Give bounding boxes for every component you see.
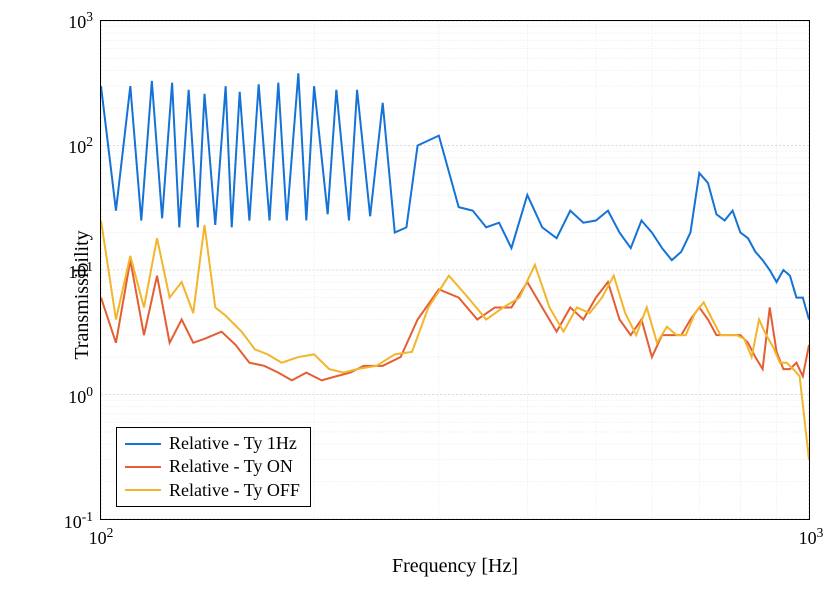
legend-label: Relative - Ty OFF [169, 479, 300, 502]
y-axis-label: Transmissibility [71, 230, 94, 359]
legend-swatch [125, 443, 161, 445]
legend-swatch [125, 466, 161, 468]
y-tick: 103 [13, 9, 93, 33]
legend-label: Relative - Ty ON [169, 455, 293, 478]
legend-item: Relative - Ty 1Hz [125, 432, 300, 455]
y-tick: 10-1 [13, 509, 93, 533]
y-tick: 100 [13, 384, 93, 408]
legend-item: Relative - Ty OFF [125, 479, 300, 502]
legend: Relative - Ty 1Hz Relative - Ty ON Relat… [116, 427, 311, 507]
series-relative---ty-off [101, 220, 809, 459]
legend-swatch [125, 489, 161, 491]
series-relative---ty-on [101, 260, 809, 380]
x-tick: 102 [89, 525, 114, 549]
transmissibility-chart: 10-1 100 101 102 103 102 103 Relative - … [0, 0, 830, 590]
x-tick: 103 [799, 525, 824, 549]
y-tick: 102 [13, 134, 93, 158]
plot-area: 10-1 100 101 102 103 102 103 Relative - … [100, 20, 810, 520]
legend-item: Relative - Ty ON [125, 455, 300, 478]
legend-label: Relative - Ty 1Hz [169, 432, 297, 455]
x-axis-label: Frequency [Hz] [100, 555, 810, 578]
